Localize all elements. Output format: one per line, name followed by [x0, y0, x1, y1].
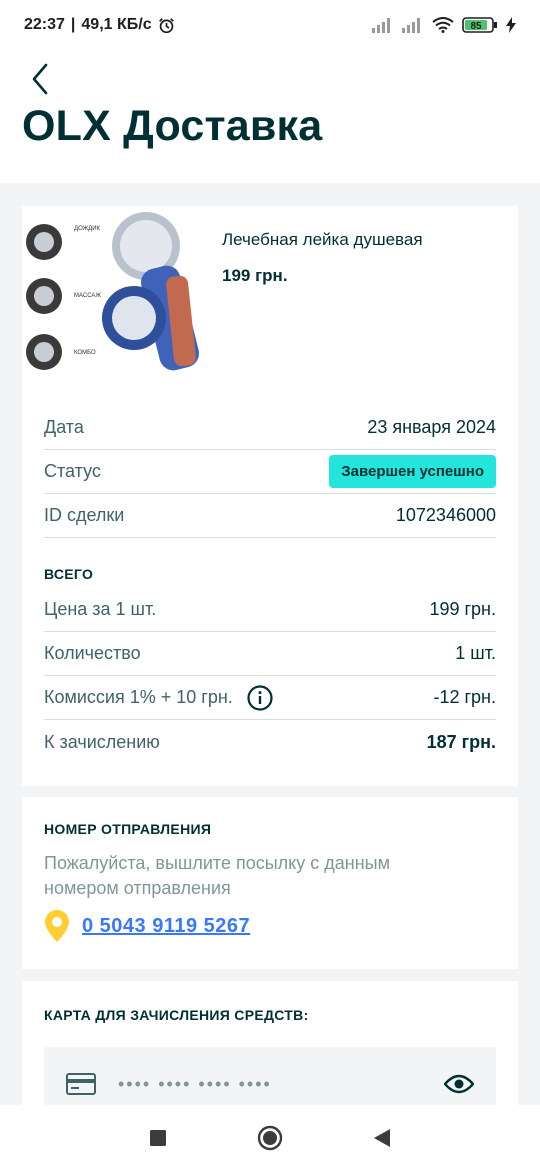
quantity-label: Количество [44, 643, 141, 663]
battery-level: 85 [470, 21, 482, 32]
network-speed: 49,1 КБ/с [81, 16, 152, 33]
tracking-hint: Пожалуйста, вышлите посылку с данным ном… [44, 853, 390, 898]
signal-icon [402, 18, 420, 33]
date-value: 23 января 2024 [367, 417, 496, 437]
status-divider: | [70, 16, 76, 33]
eye-icon[interactable] [444, 1074, 474, 1094]
product-name[interactable]: Лечебная лейка душевая [222, 230, 423, 250]
masked-card-number: •••• •••• •••• •••• [118, 1073, 272, 1094]
payout-value: 187 грн. [426, 731, 496, 752]
image-label: ДОЖДИК [74, 226, 101, 232]
system-nav-bar [0, 1105, 540, 1170]
credit-card-icon [66, 1073, 96, 1095]
back-triangle-icon[interactable] [373, 1128, 391, 1148]
product-image[interactable]: ДОЖДИК МАССАЖ КОМБО [22, 206, 202, 382]
status-bar: 22:37 | 49,1 КБ/с 85 [0, 0, 540, 50]
wifi-icon [432, 17, 454, 33]
image-label: КОМБО [74, 350, 96, 356]
deal-id-row: ID сделки 1072346000 [44, 494, 496, 538]
home-icon[interactable] [257, 1125, 283, 1151]
image-label: МАССАЖ [74, 293, 101, 299]
shower-head-picture [22, 206, 202, 382]
unit-price-value: 199 грн. [429, 599, 496, 619]
app-header: OLX Доставка [0, 50, 540, 183]
signal-icon [372, 18, 390, 33]
recent-apps-icon[interactable] [149, 1129, 167, 1147]
tracking-number-row: 0 5043 9119 5267 [44, 909, 250, 943]
fee-row: Комиссия 1% + 10 грн. -12 грн. [44, 676, 496, 720]
tracking-card: НОМЕР ОТПРАВЛЕНИЯ Пожалуйста, вышлите по… [22, 797, 518, 969]
date-row: Дата 23 января 2024 [44, 406, 496, 450]
date-label: Дата [44, 417, 84, 437]
location-pin-icon [45, 910, 69, 942]
tracking-heading: НОМЕР ОТПРАВЛЕНИЯ [44, 821, 212, 837]
status-row: Статус Завершен успешно [44, 450, 496, 494]
deal-id-label: ID сделки [44, 505, 125, 525]
charging-icon [506, 17, 516, 33]
fee-value: -12 грн. [433, 687, 496, 707]
deal-id-value: 1072346000 [395, 505, 496, 525]
payout-card-heading: КАРТА ДЛЯ ЗАЧИСЛЕНИЯ СРЕДСТВ: [44, 1007, 309, 1023]
tracking-number-link[interactable]: 0 5043 9119 5267 [82, 915, 250, 938]
page-title: OLX Доставка [22, 102, 323, 150]
quantity-row: Количество 1 шт. [44, 632, 496, 676]
alarm-icon [158, 17, 174, 33]
clock: 22:37 [24, 16, 65, 33]
product-price: 199 грн. [222, 266, 288, 285]
payout-row: К зачислению 187 грн. [44, 720, 496, 764]
status-label: Статус [44, 461, 101, 481]
battery-icon: 85 [462, 17, 497, 33]
back-button[interactable] [26, 62, 56, 96]
unit-price-row: Цена за 1 шт. 199 грн. [44, 588, 496, 632]
payout-card-section: КАРТА ДЛЯ ЗАЧИСЛЕНИЯ СРЕДСТВ: •••• •••• … [22, 981, 518, 1121]
unit-price-label: Цена за 1 шт. [44, 599, 157, 619]
status-badge: Завершен успешно [329, 455, 496, 488]
totals-heading: ВСЕГО [44, 566, 94, 582]
payout-label: К зачислению [44, 731, 160, 752]
quantity-value: 1 шт. [455, 643, 496, 663]
fee-label: Комиссия 1% + 10 грн. [44, 687, 233, 707]
chevron-left-icon [32, 63, 48, 95]
info-icon[interactable] [247, 684, 273, 711]
order-card: ДОЖДИК МАССАЖ КОМБО Лечебная лейка душев… [22, 206, 518, 786]
fee-label-wrap: Комиссия 1% + 10 грн. [44, 684, 273, 711]
